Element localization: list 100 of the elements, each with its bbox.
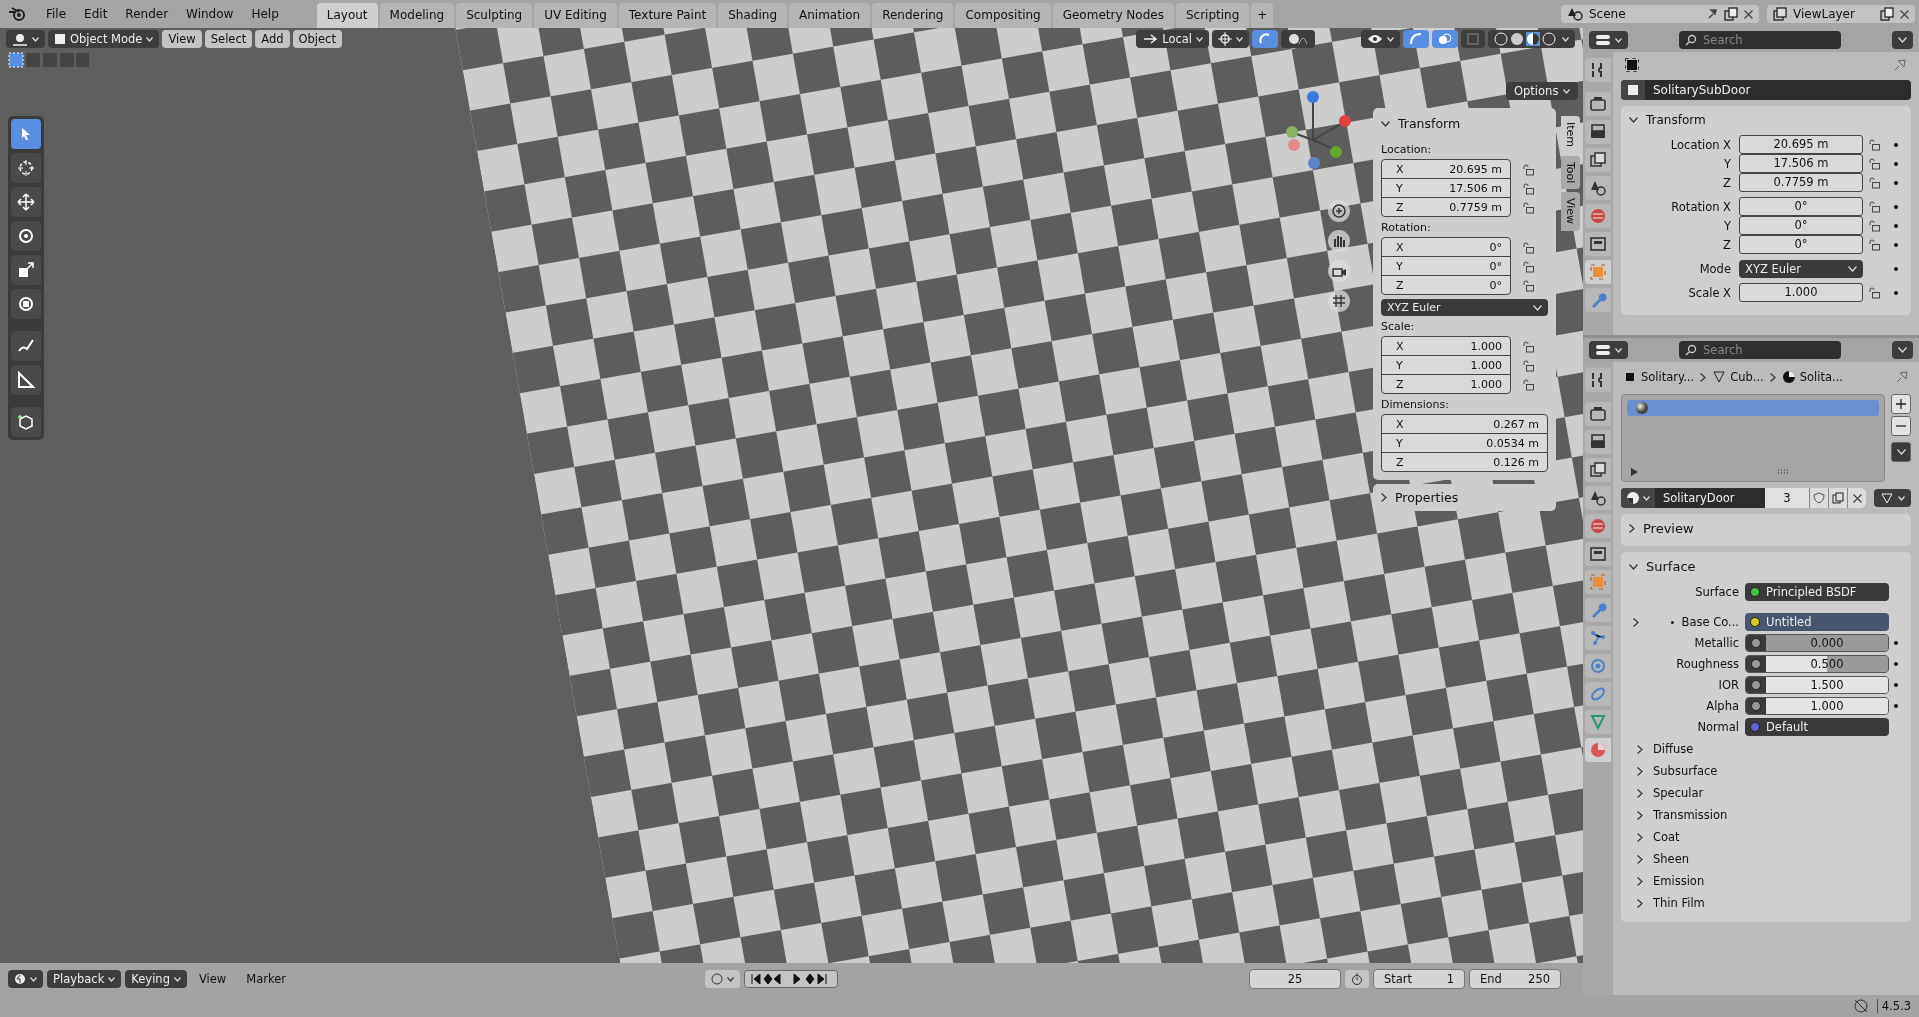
box-icon[interactable] [1585,232,1611,256]
view-layer-selector[interactable]: ViewLayer [1767,5,1915,23]
subpanel-header[interactable]: Coat [1629,826,1903,848]
scene-selector[interactable]: Scene [1561,5,1759,23]
unlocked-padlock-icon[interactable] [1521,340,1535,353]
add-workspace-button[interactable]: + [1251,3,1274,28]
viewport-menu[interactable]: Add [255,30,290,48]
unlocked-padlock-icon[interactable] [1521,182,1535,195]
shading-buttons[interactable] [1488,30,1575,48]
rotation-mode-dropdown[interactable]: XYZ Euler [1381,299,1548,316]
value-slider[interactable]: 1.500 [1745,676,1889,694]
keyframe-dot-icon[interactable] [1894,204,1898,209]
unlocked-padlock-icon[interactable] [1521,201,1535,214]
viewport-menu[interactable]: Object [292,30,342,48]
keyframe-dot-icon[interactable] [1894,142,1898,147]
number-field[interactable]: Z 0.126 m [1382,452,1547,471]
viewport-menu[interactable]: Select [204,30,253,48]
remove-slot-button[interactable] [1891,416,1911,436]
editor-type-button[interactable] [8,970,43,988]
slot-menu-button[interactable] [1891,442,1911,462]
timeline-menu[interactable]: View [190,970,235,988]
transform-icon[interactable] [11,289,41,319]
ruler-icon[interactable] [11,365,41,395]
number-field[interactable]: 0.7759 m [1739,173,1863,192]
unlocked-padlock-icon[interactable] [1867,176,1881,189]
number-field[interactable]: 20.695 m [1739,135,1863,154]
rotation-mode-dropdown[interactable]: XYZ Euler [1739,259,1863,278]
subpanel-header[interactable]: Thin Film [1629,892,1903,914]
rotate-icon[interactable] [11,221,41,251]
keyframe-dot-icon[interactable] [1894,180,1898,185]
number-field[interactable]: X 20.695 m [1382,160,1510,178]
subpanel-header[interactable]: Emission [1629,870,1903,892]
end-frame-field[interactable]: End 250 [1469,969,1561,989]
subpanel-header[interactable]: Diffuse [1629,738,1903,760]
close-icon[interactable] [1852,493,1862,503]
value-slider[interactable]: 0.500 [1745,655,1889,673]
menu-item[interactable]: Window [178,4,242,24]
number-field[interactable]: Z 0.7759 m [1382,197,1510,216]
unlocked-padlock-icon[interactable] [1867,200,1881,213]
visibility-dropdown[interactable] [1361,30,1400,48]
timeline-menu[interactable]: Keying [125,970,187,988]
unlocked-padlock-icon[interactable] [1521,359,1535,372]
orientation-dropdown[interactable]: Local [1136,30,1209,48]
shader-link-field[interactable]: Principled BSDF [1745,583,1889,601]
gizmo-toggle[interactable] [1403,30,1429,48]
sidebar-tab[interactable]: View [1561,192,1580,231]
cube-icon[interactable] [11,407,41,437]
copy-icon[interactable] [1724,7,1738,21]
material-name-field[interactable]: SolitaryDoor 3 [1621,488,1866,508]
unlocked-padlock-icon[interactable] [1521,378,1535,391]
playback-controls[interactable] [744,970,838,988]
subpanel-header[interactable]: Sheen [1629,848,1903,870]
options-button[interactable] [1892,341,1913,359]
value-slider[interactable]: 1.000 [1745,697,1889,715]
close-icon[interactable] [1900,9,1909,19]
keyframe-dot-icon[interactable] [1894,641,1898,645]
close-icon[interactable] [1744,9,1753,19]
unlocked-padlock-icon[interactable] [1867,286,1881,299]
nodes-icon[interactable] [1585,626,1611,650]
subpanel-header[interactable]: Specular [1629,782,1903,804]
keyframe-dot-icon[interactable] [1894,266,1898,271]
unlocked-padlock-icon[interactable] [1521,163,1535,176]
options-button[interactable] [1892,31,1913,49]
start-frame-field[interactable]: Start 1 [1373,969,1465,989]
keyframe-dot-icon[interactable] [1894,242,1898,247]
menu-item[interactable]: Render [117,4,177,24]
snap-toggle[interactable] [1252,30,1278,48]
number-field[interactable]: Y 17.506 m [1382,178,1510,197]
workspace-tab[interactable]: UV Editing [534,3,617,28]
selection-mode-buttons[interactable] [8,52,90,68]
image-stack-icon[interactable] [1585,458,1611,482]
box-icon[interactable] [1585,542,1611,566]
unlocked-padlock-icon[interactable] [1867,219,1881,232]
pin-icon[interactable] [1895,370,1909,384]
editor-type-button[interactable] [6,30,45,48]
number-field[interactable]: 17.506 m [1739,154,1863,173]
unlocked-padlock-icon[interactable] [1521,279,1535,292]
options-dropdown[interactable]: Options [1506,82,1579,100]
keyframe-dot-icon[interactable] [1894,704,1898,708]
resize-grip-icon[interactable] [1777,469,1789,475]
pin-icon[interactable] [1893,58,1907,72]
workspace-tab[interactable]: Compositing [955,3,1051,28]
number-field[interactable]: X 0.267 m [1382,415,1547,433]
workspace-tab[interactable]: Layout [316,3,378,28]
stopwatch-button[interactable] [1345,970,1369,988]
shader-link-field[interactable]: Default [1745,718,1889,736]
play-triangle-icon[interactable] [1631,468,1638,476]
shader-link-field[interactable]: Untitled [1745,613,1889,631]
image-stack-icon[interactable] [1585,148,1611,172]
viewport-menu[interactable]: View [162,30,202,48]
unlocked-padlock-icon[interactable] [1867,238,1881,251]
timeline-menu[interactable]: Playback [47,970,122,988]
keyframe-dot-icon[interactable] [1894,290,1898,295]
keyframe-dot-icon[interactable] [1894,161,1898,166]
number-field[interactable]: 0° [1739,235,1863,254]
number-field[interactable]: 1.000 [1739,283,1863,302]
panel-header[interactable]: Surface [1629,554,1903,582]
workspace-tab[interactable]: Texture Paint [618,3,717,28]
breadcrumb-item[interactable]: Solitary... [1623,370,1695,384]
pin-icon[interactable] [1706,7,1718,21]
